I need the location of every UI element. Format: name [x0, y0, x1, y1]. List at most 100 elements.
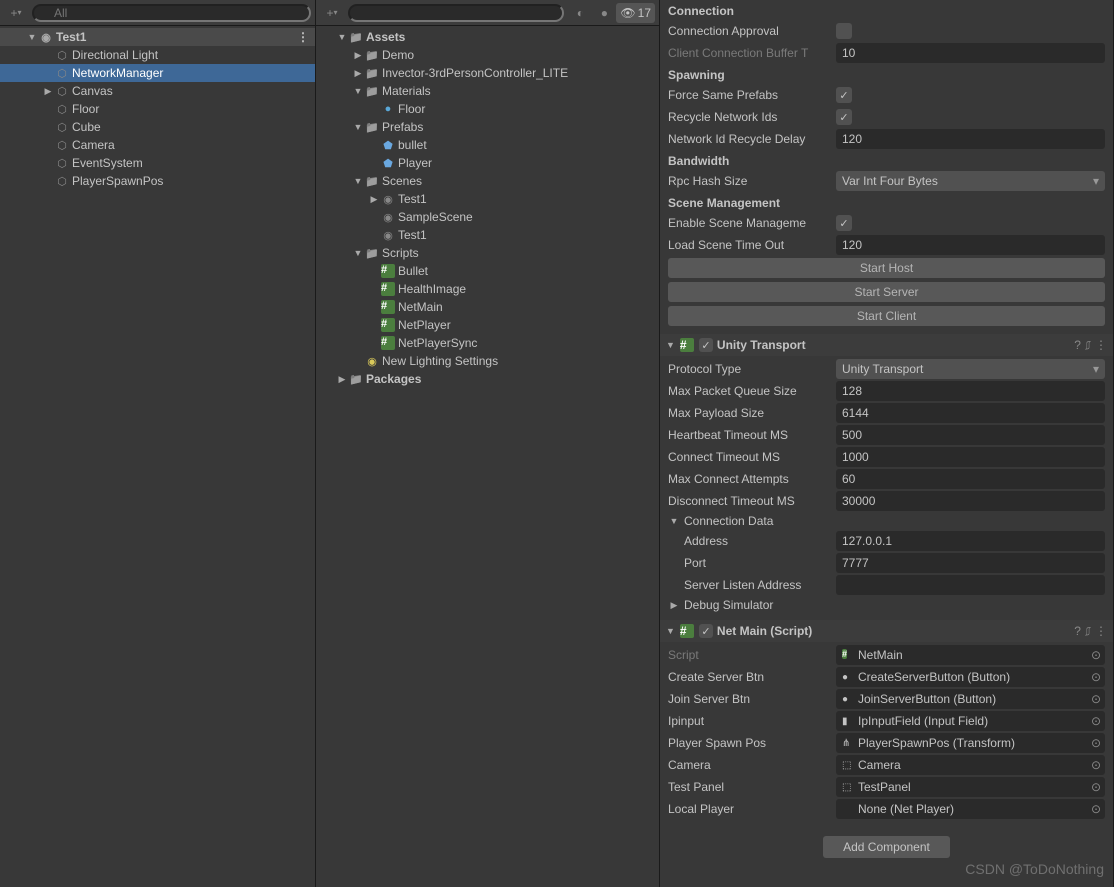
project-item[interactable]: Scripts	[316, 244, 659, 262]
expand-arrow-icon[interactable]	[352, 68, 364, 79]
port-input[interactable]	[836, 553, 1105, 573]
help-icon[interactable]: ?	[1074, 624, 1081, 639]
object-picker-icon[interactable]: ⊙	[1091, 648, 1101, 662]
create-button[interactable]: +▾	[320, 3, 344, 23]
project-item[interactable]: Materials	[316, 82, 659, 100]
hierarchy-item[interactable]: Camera	[0, 136, 315, 154]
enable-scene-checkbox[interactable]	[836, 215, 852, 231]
force-prefabs-checkbox[interactable]	[836, 87, 852, 103]
expand-arrow-icon[interactable]	[352, 176, 364, 186]
project-item[interactable]: NetPlayer	[316, 316, 659, 334]
hierarchy-item[interactable]: Directional Light	[0, 46, 315, 64]
netmain-script-header[interactable]: ▼ Net Main (Script) ? ⎎ ⋮	[660, 620, 1113, 642]
project-item[interactable]: Test1	[316, 226, 659, 244]
object-reference[interactable]: ⬚TestPanel⊙	[836, 777, 1105, 797]
expand-arrow-icon[interactable]	[336, 32, 348, 42]
expand-arrow-icon[interactable]	[352, 86, 364, 96]
project-item[interactable]: SampleScene	[316, 208, 659, 226]
recycle-ids-checkbox[interactable]	[836, 109, 852, 125]
recycle-delay-input[interactable]	[836, 129, 1105, 149]
project-item[interactable]: Test1	[316, 190, 659, 208]
object-reference[interactable]: ⬚Camera⊙	[836, 755, 1105, 775]
max-attempts-input[interactable]	[836, 469, 1105, 489]
project-item[interactable]: Prefabs	[316, 118, 659, 136]
start-host-button[interactable]: Start Host	[668, 258, 1105, 278]
object-picker-icon[interactable]: ⊙	[1091, 670, 1101, 684]
object-reference[interactable]: ⋔PlayerSpawnPos (Transform)⊙	[836, 733, 1105, 753]
expand-arrow-icon[interactable]	[42, 86, 54, 97]
component-enabled-checkbox[interactable]	[699, 338, 713, 352]
connection-approval-checkbox[interactable]	[836, 23, 852, 39]
buffer-timeout-input[interactable]	[836, 43, 1105, 63]
object-reference[interactable]: None (Net Player)⊙	[836, 799, 1105, 819]
project-item[interactable]: Floor	[316, 100, 659, 118]
address-input[interactable]	[836, 531, 1105, 551]
expand-arrow-icon[interactable]	[368, 194, 380, 205]
project-item[interactable]: Invector-3rdPersonController_LITE	[316, 64, 659, 82]
packages-folder[interactable]: Packages	[316, 370, 659, 388]
debug-simulator-foldout[interactable]: ▶Debug Simulator	[668, 596, 1105, 614]
help-icon[interactable]: ?	[1074, 338, 1081, 353]
project-item[interactable]: Demo	[316, 46, 659, 64]
object-picker-icon[interactable]: ⊙	[1091, 692, 1101, 706]
listen-address-input[interactable]	[836, 575, 1105, 595]
object-picker-icon[interactable]: ⊙	[1091, 758, 1101, 772]
expand-arrow-icon[interactable]	[352, 122, 364, 132]
field-label: Max Connect Attempts	[668, 472, 828, 486]
expand-arrow-icon[interactable]	[26, 32, 38, 42]
filter-by-label-icon[interactable]: ●	[592, 3, 616, 23]
object-picker-icon[interactable]: ⊙	[1091, 714, 1101, 728]
assets-folder[interactable]: Assets	[316, 28, 659, 46]
protocol-dropdown[interactable]: Unity Transport	[836, 359, 1105, 379]
hierarchy-item[interactable]: Floor	[0, 100, 315, 118]
hierarchy-item[interactable]: NetworkManager	[0, 64, 315, 82]
hidden-count[interactable]: 👁17	[616, 3, 655, 23]
project-item[interactable]: HealthImage	[316, 280, 659, 298]
menu-icon[interactable]: ⋮	[1095, 338, 1107, 353]
project-item[interactable]: NetMain	[316, 298, 659, 316]
scene-header[interactable]: Test1 ⋮	[0, 28, 315, 46]
hierarchy-item[interactable]: EventSystem	[0, 154, 315, 172]
object-picker-icon[interactable]: ⊙	[1091, 780, 1101, 794]
start-client-button[interactable]: Start Client	[668, 306, 1105, 326]
expand-arrow-icon[interactable]	[336, 374, 348, 385]
project-item[interactable]: Player	[316, 154, 659, 172]
object-reference[interactable]: ●CreateServerButton (Button)⊙	[836, 667, 1105, 687]
payload-size-input[interactable]	[836, 403, 1105, 423]
hierarchy-item[interactable]: PlayerSpawnPos	[0, 172, 315, 190]
project-item[interactable]: Scenes	[316, 172, 659, 190]
expand-arrow-icon[interactable]	[352, 248, 364, 258]
project-item[interactable]: New Lighting Settings	[316, 352, 659, 370]
object-reference[interactable]: ●JoinServerButton (Button)⊙	[836, 689, 1105, 709]
project-item[interactable]: bullet	[316, 136, 659, 154]
add-component-button[interactable]: Add Component	[823, 836, 950, 858]
preset-icon[interactable]: ⎎	[1085, 338, 1091, 353]
filter-by-type-icon[interactable]: ◐	[568, 3, 592, 23]
object-picker-icon[interactable]: ⊙	[1091, 802, 1101, 816]
hierarchy-search-input[interactable]	[32, 4, 311, 22]
rpc-hash-dropdown[interactable]: Var Int Four Bytes	[836, 171, 1105, 191]
object-picker-icon[interactable]: ⊙	[1091, 736, 1101, 750]
expand-arrow-icon[interactable]: ▼	[666, 340, 675, 350]
unity-transport-header[interactable]: ▼ Unity Transport ? ⎎ ⋮	[660, 334, 1113, 356]
hierarchy-item[interactable]: Cube	[0, 118, 315, 136]
scene-menu-icon[interactable]: ⋮	[297, 30, 309, 44]
create-button[interactable]: +▾	[4, 3, 28, 23]
preset-icon[interactable]: ⎎	[1085, 624, 1091, 639]
hierarchy-item[interactable]: Canvas	[0, 82, 315, 100]
object-reference[interactable]: ▮IpInputField (Input Field)⊙	[836, 711, 1105, 731]
queue-size-input[interactable]	[836, 381, 1105, 401]
connection-data-foldout[interactable]: ▼Connection Data	[668, 512, 1105, 530]
connect-timeout-input[interactable]	[836, 447, 1105, 467]
disconnect-timeout-input[interactable]	[836, 491, 1105, 511]
project-item[interactable]: NetPlayerSync	[316, 334, 659, 352]
component-enabled-checkbox[interactable]	[699, 624, 713, 638]
scene-timeout-input[interactable]	[836, 235, 1105, 255]
project-search-input[interactable]	[348, 4, 564, 22]
expand-arrow-icon[interactable]	[352, 50, 364, 61]
project-item[interactable]: Bullet	[316, 262, 659, 280]
start-server-button[interactable]: Start Server	[668, 282, 1105, 302]
expand-arrow-icon[interactable]: ▼	[666, 626, 675, 636]
menu-icon[interactable]: ⋮	[1095, 624, 1107, 639]
heartbeat-input[interactable]	[836, 425, 1105, 445]
